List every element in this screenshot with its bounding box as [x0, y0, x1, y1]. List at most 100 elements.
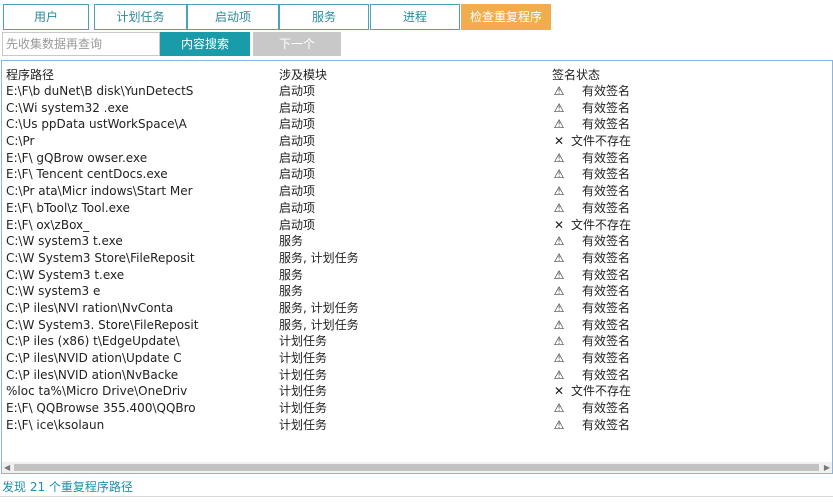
involved-module: 启动项: [279, 100, 316, 115]
signature-text: 文件不存在: [571, 217, 632, 232]
warning-icon: ⚠: [553, 184, 565, 199]
warning-icon: ⚠: [553, 234, 565, 249]
program-path: C:\W System3 Store\FileReposit: [6, 250, 195, 265]
involved-module: 启动项: [279, 134, 316, 149]
involved-module: 计划任务: [279, 334, 328, 349]
list-item[interactable]: E:\F\b duNet\B disk\YunDetectS 启动项 ⚠ 有效签名: [2, 83, 832, 100]
list-item[interactable]: C:\Pr ata\Micr indows\Start Mer 启动项 ⚠ 有效签名: [2, 183, 832, 200]
list-item[interactable]: C:\P iles (x86) t\EdgeUpdate\ 计划任务 ⚠ 有效签名: [2, 333, 832, 350]
scrollbar-thumb[interactable]: [14, 464, 819, 471]
horizontal-scrollbar[interactable]: ◀ ▶: [2, 462, 832, 473]
search-toolbar: 内容搜索 下一个: [0, 32, 833, 58]
signature-status: ⚠ 有效签名: [552, 417, 672, 434]
program-path: C:\P iles\NVID ation\NvBacke: [6, 367, 179, 382]
warning-icon: ⚠: [553, 267, 565, 282]
list-item[interactable]: C:\Us ppData ustWorkSpace\A 启动项 ⚠ 有效签名: [2, 116, 832, 133]
signature-status: ✕ 文件不存在: [552, 383, 672, 400]
scroll-right-icon[interactable]: ▶: [824, 462, 830, 473]
list-item[interactable]: %loc ta%\Micro Drive\OneDriv 计划任务 ✕ 文件不存在: [2, 383, 832, 400]
tab-processes[interactable]: 进程: [370, 4, 460, 30]
signature-status: ⚠ 有效签名: [552, 183, 672, 200]
program-path: %loc ta%\Micro Drive\OneDriv: [6, 384, 188, 399]
list-item[interactable]: C:\W system3 t.exe 服务 ⚠ 有效签名: [2, 233, 832, 250]
list-item[interactable]: C:\Wi system32 .exe 启动项 ⚠ 有效签名: [2, 100, 832, 117]
warning-icon: ⚠: [553, 300, 565, 315]
list-item[interactable]: C:\W system3 e 服务 ⚠ 有效签名: [2, 283, 832, 300]
signature-text: 有效签名: [582, 184, 631, 199]
involved-module: 启动项: [279, 84, 316, 98]
involved-module: 计划任务: [279, 367, 328, 382]
signature-text: 有效签名: [582, 117, 631, 132]
warning-icon: ⚠: [553, 317, 565, 332]
involved-module: 服务: [279, 234, 304, 249]
signature-status: ⚠ 有效签名: [552, 400, 672, 417]
duplicate-program-list[interactable]: 程序路径 涉及模块 签名状态 E:\F\b duNet\B disk\YunDe…: [1, 60, 833, 474]
list-item[interactable]: E:\F\ QQBrowse 355.400\QQBro 计划任务 ⚠ 有效签名: [2, 400, 832, 417]
signature-text: 有效签名: [582, 167, 631, 182]
cross-icon: ✕: [553, 217, 565, 232]
list-header: 程序路径 涉及模块 签名状态: [2, 66, 832, 82]
involved-module: 服务: [279, 267, 304, 282]
program-path: C:\W System3 t.exe: [6, 267, 125, 282]
signature-text: 有效签名: [582, 334, 631, 349]
involved-module: 计划任务: [279, 384, 328, 399]
list-rows: E:\F\b duNet\B disk\YunDetectS 启动项 ⚠ 有效签名 C:…: [2, 83, 832, 433]
signature-text: 有效签名: [582, 351, 631, 365]
involved-module: 启动项: [279, 217, 316, 232]
program-path: C:\P iles\NVID ation\Update C: [6, 351, 182, 365]
signature-status: ⚠ 有效签名: [552, 200, 672, 217]
list-item[interactable]: C:\W System3 t.exe 服务 ⚠ 有效签名: [2, 267, 832, 284]
signature-text: 有效签名: [582, 417, 631, 432]
signature-text: 有效签名: [582, 250, 631, 265]
involved-module: 服务, 计划任务: [279, 300, 359, 315]
involved-module: 计划任务: [279, 351, 328, 365]
column-header-signature[interactable]: 签名状态: [552, 66, 600, 83]
tab-scheduled-tasks[interactable]: 计划任务: [94, 4, 187, 30]
list-item[interactable]: E:\F\ bTool\z Tool.exe 启动项 ⚠ 有效签名: [2, 200, 832, 217]
tab-startup[interactable]: 启动项: [187, 4, 279, 30]
signature-text: 有效签名: [582, 300, 631, 315]
signature-text: 有效签名: [582, 401, 631, 416]
list-item[interactable]: E:\F\ gQBrow owser.exe 启动项 ⚠ 有效签名: [2, 150, 832, 167]
status-divider: [0, 496, 833, 497]
column-header-path[interactable]: 程序路径: [6, 66, 54, 83]
signature-text: 文件不存在: [571, 384, 632, 399]
list-item[interactable]: C:\P iles\NVID ation\NvBacke 计划任务 ⚠ 有效签名: [2, 367, 832, 384]
column-header-module[interactable]: 涉及模块: [279, 66, 327, 83]
signature-text: 有效签名: [582, 234, 631, 249]
list-item[interactable]: E:\F\ Tencent centDocs.exe 启动项 ⚠ 有效签名: [2, 166, 832, 183]
tab-check-duplicates[interactable]: 检查重复程序: [461, 4, 551, 30]
tab-users[interactable]: 用户: [3, 4, 89, 30]
involved-module: 服务, 计划任务: [279, 250, 359, 265]
next-button[interactable]: 下一个: [253, 32, 341, 56]
program-path: E:\F\ bTool\z Tool.exe: [6, 200, 130, 215]
scroll-left-icon[interactable]: ◀: [4, 462, 10, 473]
content-search-button[interactable]: 内容搜索: [160, 32, 250, 56]
program-path: C:\W System3. Store\FileReposit: [6, 317, 199, 332]
program-path: C:\Pr: [6, 134, 35, 149]
signature-text: 有效签名: [582, 284, 631, 299]
signature-text: 有效签名: [582, 317, 631, 332]
warning-icon: ⚠: [553, 284, 565, 299]
warning-icon: ⚠: [553, 250, 565, 265]
involved-module: 启动项: [279, 184, 316, 199]
list-item[interactable]: C:\W System3. Store\FileReposit 服务, 计划任务 ⚠…: [2, 317, 832, 334]
involved-module: 计划任务: [279, 401, 328, 416]
signature-status: ⚠ 有效签名: [552, 367, 672, 384]
search-input[interactable]: [2, 32, 160, 56]
signature-text: 有效签名: [582, 100, 631, 115]
program-path: E:\F\b duNet\B disk\YunDetectS: [6, 84, 194, 98]
program-path: C:\P iles (x86) t\EdgeUpdate\: [6, 334, 180, 349]
signature-status: ⚠ 有效签名: [552, 267, 672, 284]
signature-text: 有效签名: [582, 84, 631, 98]
list-item[interactable]: E:\F\ ice\ksolaun 计划任务 ⚠ 有效签名: [2, 417, 832, 434]
list-item[interactable]: C:\P iles\NVI ration\NvConta 服务, 计划任务 ⚠ 有效签…: [2, 300, 832, 317]
tab-services[interactable]: 服务: [279, 4, 369, 30]
signature-status: ⚠ 有效签名: [552, 166, 672, 183]
list-item[interactable]: C:\W System3 Store\FileReposit 服务, 计划任务 ⚠ 有…: [2, 250, 832, 267]
list-item[interactable]: C:\Pr 启动项 ✕ 文件不存在: [2, 133, 832, 150]
signature-text: 有效签名: [582, 200, 631, 215]
warning-icon: ⚠: [553, 351, 565, 365]
list-item[interactable]: C:\P iles\NVID ation\Update C 计划任务 ⚠ 有效签名: [2, 350, 832, 367]
list-item[interactable]: E:\F\ ox\zBox_ 启动项 ✕ 文件不存在: [2, 217, 832, 234]
